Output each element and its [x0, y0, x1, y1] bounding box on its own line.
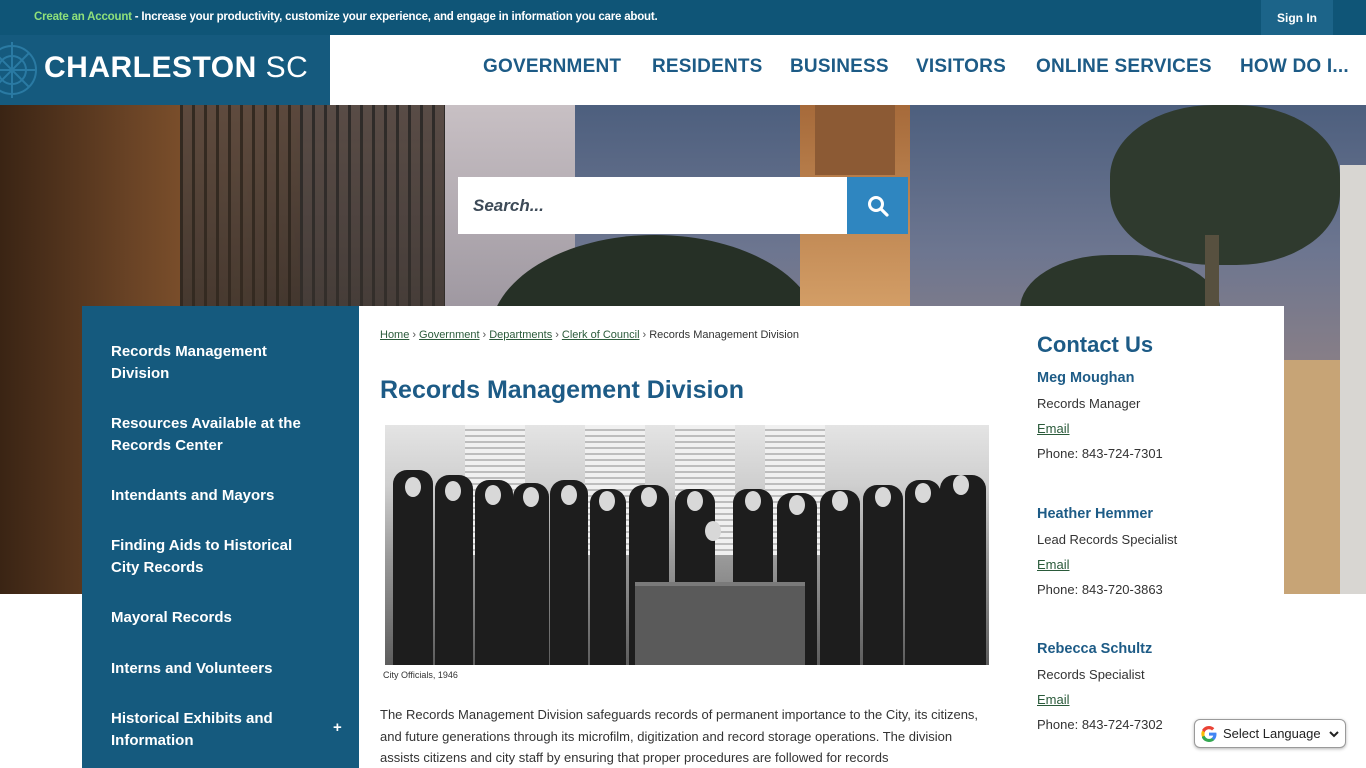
- contact-name: Rebecca Schultz: [1037, 641, 1153, 657]
- photo-caption: City Officials, 1946: [383, 670, 458, 680]
- create-account-link[interactable]: Create an Account: [34, 11, 132, 23]
- expand-icon[interactable]: +: [333, 719, 342, 736]
- chevron-down-icon: [1329, 731, 1339, 738]
- sidebar-item-mayoral-records[interactable]: Mayoral Records: [111, 607, 321, 629]
- breadcrumb-government[interactable]: Government: [419, 329, 480, 341]
- contact-role: Records Specialist: [1037, 667, 1145, 682]
- account-promo: Create an Account - Increase your produc…: [34, 11, 658, 23]
- contact-phone: Phone: 843-724-7301: [1037, 446, 1163, 461]
- search-button[interactable]: [847, 177, 908, 234]
- main-content: Home › Government › Departments › Clerk of Cou…: [359, 306, 1284, 768]
- nav-government[interactable]: GOVERNMENT: [483, 56, 621, 78]
- hero-post: [1340, 165, 1366, 594]
- sidebar-nav: Records Management Division Resources Av…: [82, 306, 359, 768]
- nav-business[interactable]: BUSINESS: [790, 56, 889, 78]
- city-officials-photo: [385, 425, 989, 665]
- contact-email-link[interactable]: Email: [1037, 557, 1267, 582]
- breadcrumb-departments[interactable]: Departments: [489, 329, 552, 341]
- contact-name: Heather Hemmer: [1037, 506, 1154, 522]
- search-icon: [867, 195, 889, 217]
- contact-card: Heather Hemmer Lead Records Specialist E…: [1037, 506, 1267, 597]
- intro-paragraph: The Records Management Division safeguar…: [380, 707, 979, 765]
- page-title: Records Management Division: [380, 376, 744, 404]
- brand-name: CHARLESTON SC: [44, 51, 308, 85]
- contact-title: Contact Us: [1037, 332, 1154, 357]
- contact-name: Meg Moughan: [1037, 370, 1135, 386]
- language-select-label: Select Language: [1223, 726, 1321, 741]
- language-select[interactable]: Select Language: [1194, 719, 1346, 748]
- breadcrumb-home[interactable]: Home: [380, 329, 409, 341]
- sidebar-item-finding-aids[interactable]: Finding Aids to Historical City Records: [111, 535, 321, 579]
- breadcrumb: Home › Government › Departments › Clerk of Cou…: [380, 329, 799, 341]
- main-nav: GOVERNMENT RESIDENTS BUSINESS VISITORS O…: [330, 35, 1366, 105]
- breadcrumb-current: Records Management Division: [649, 329, 799, 341]
- nav-residents[interactable]: RESIDENTS: [652, 56, 763, 78]
- brand-main: CHARLESTON: [44, 51, 257, 84]
- hero-balcony: [180, 105, 450, 335]
- site-logo[interactable]: CHARLESTON SC: [0, 35, 330, 105]
- nav-visitors[interactable]: VISITORS: [916, 56, 1006, 78]
- contact-card: Meg Moughan Records Manager Email Phone:…: [1037, 370, 1267, 461]
- ornament-icon: [0, 42, 37, 98]
- brand-suffix: SC: [265, 51, 309, 84]
- hero-steeple-top: [815, 105, 895, 175]
- nav-how-do-i[interactable]: HOW DO I...: [1240, 56, 1349, 78]
- nav-online-services[interactable]: ONLINE SERVICES: [1036, 56, 1212, 78]
- sidebar-item-resources[interactable]: Resources Available at the Records Cente…: [111, 413, 321, 457]
- sidebar-item-records-management[interactable]: Records Management Division: [111, 341, 321, 385]
- contact-role: Lead Records Specialist: [1037, 532, 1178, 547]
- google-icon: [1201, 725, 1217, 742]
- search-input[interactable]: [458, 177, 847, 234]
- site-header: CHARLESTON SC GOVERNMENT RESIDENTS BUSIN…: [0, 35, 1366, 105]
- contact-role: Records Manager: [1037, 396, 1141, 411]
- contact-email-link[interactable]: Email: [1037, 421, 1267, 446]
- contact-phone: Phone: 843-720-3863: [1037, 582, 1163, 597]
- search-bar: [458, 177, 908, 234]
- top-bar: Create an Account - Increase your produc…: [0, 0, 1366, 35]
- sidebar-item-historical-exhibits[interactable]: Historical Exhibits and Information: [111, 708, 321, 752]
- hero-palm: [1110, 105, 1340, 265]
- contact-email-link[interactable]: Email: [1037, 692, 1267, 717]
- sign-in-button[interactable]: Sign In: [1261, 0, 1333, 35]
- sidebar-item-intendants-mayors[interactable]: Intendants and Mayors: [111, 485, 321, 507]
- account-promo-text: - Increase your productivity, customize …: [131, 11, 658, 23]
- breadcrumb-clerk-of-council[interactable]: Clerk of Council: [562, 329, 640, 341]
- sidebar-item-interns-volunteers[interactable]: Interns and Volunteers: [111, 658, 321, 680]
